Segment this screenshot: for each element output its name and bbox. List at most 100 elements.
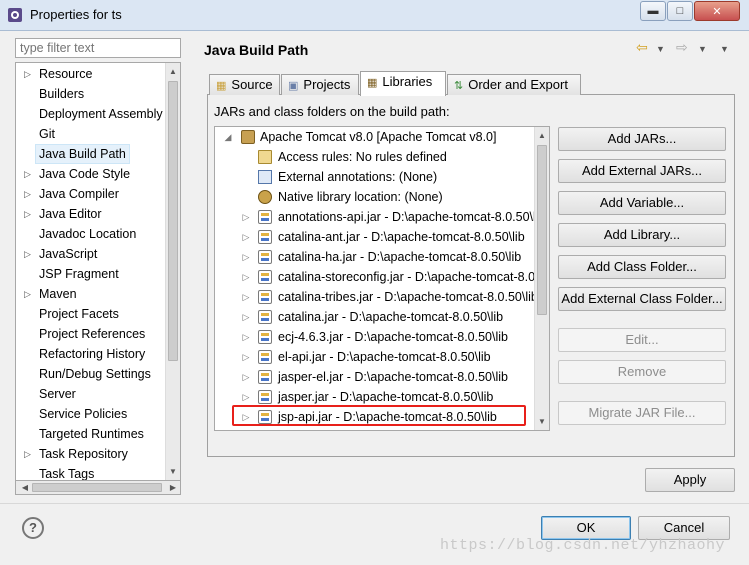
expand-arrow-icon[interactable]: ▷ — [24, 204, 31, 224]
minimize-icon: ▬ — [647, 5, 659, 17]
build-path-label: JARs and class folders on the build path… — [214, 104, 450, 119]
maximize-button[interactable]: □ — [667, 1, 693, 21]
tab-projects[interactable]: ▣ Projects — [281, 74, 359, 95]
jar-file-icon — [258, 310, 272, 324]
nav-item[interactable]: Javadoc Location — [16, 224, 166, 244]
library-vertical-scrollbar[interactable]: ▲ ▼ — [534, 127, 549, 430]
expand-arrow-icon[interactable]: ▷ — [24, 284, 31, 304]
nav-item-label: Java Compiler — [39, 187, 119, 201]
collapse-arrow-icon[interactable]: ◢ — [223, 127, 233, 147]
nav-item-label: Refactoring History — [39, 347, 146, 361]
library-scroll-thumb[interactable] — [537, 145, 547, 315]
nav-item[interactable]: Deployment Assembly — [16, 104, 166, 124]
apply-button[interactable]: Apply — [645, 468, 735, 492]
nav-item[interactable]: Project References — [16, 324, 166, 344]
scroll-down-icon[interactable]: ▼ — [166, 464, 180, 479]
scroll-right-icon[interactable]: ▶ — [166, 480, 180, 495]
window-title: Properties for ts — [30, 7, 122, 22]
expand-arrow-icon[interactable]: ▷ — [241, 207, 251, 227]
maximize-icon: □ — [676, 5, 684, 17]
forward-dropdown-icon[interactable]: ▼ — [698, 44, 707, 54]
add-external-jars-button[interactable]: Add External JARs... — [558, 159, 726, 183]
nav-item[interactable]: Project Facets — [16, 304, 166, 324]
nav-item[interactable]: ▷ Java Editor — [16, 204, 166, 224]
page-title: Java Build Path — [204, 42, 309, 58]
tab-order-and-export[interactable]: ⇅ Order and Export — [447, 74, 581, 95]
nav-item[interactable]: Java Build Path — [16, 144, 166, 164]
nav-item-label: Java Editor — [39, 207, 102, 221]
expand-arrow-icon[interactable]: ▷ — [24, 64, 31, 84]
tab-libraries[interactable]: ▦ Libraries — [360, 71, 446, 96]
expand-arrow-icon[interactable]: ▷ — [241, 287, 251, 307]
expand-arrow-icon[interactable]: ▷ — [241, 347, 251, 367]
nav-item[interactable]: Task Tags — [16, 464, 166, 480]
tab-projects-label: Projects — [303, 77, 351, 92]
tab-source[interactable]: ▦ Source — [209, 74, 280, 95]
order-export-icon: ⇅ — [454, 80, 464, 92]
tab-libraries-label: Libraries — [382, 74, 433, 89]
close-icon: ✕ — [712, 5, 722, 18]
native-library-label: Native library location: (None) — [278, 190, 443, 204]
migrate-jar-button[interactable]: Migrate JAR File... — [558, 401, 726, 425]
filter-input[interactable] — [15, 38, 181, 58]
expand-arrow-icon[interactable]: ▷ — [24, 444, 31, 464]
nav-item[interactable]: ▷ JavaScript — [16, 244, 166, 264]
properties-nav-tree[interactable]: ▷ Resource Builders Deployment Assembly Git J… — [15, 62, 181, 481]
scroll-up-icon[interactable]: ▲ — [535, 128, 549, 143]
nav-vertical-scrollbar[interactable]: ▲ ▼ — [165, 63, 180, 480]
scroll-up-icon[interactable]: ▲ — [166, 64, 180, 79]
nav-item-label: Project References — [39, 327, 146, 341]
help-icon[interactable]: ? — [22, 517, 44, 539]
expand-arrow-icon[interactable]: ▷ — [24, 164, 31, 184]
expand-arrow-icon[interactable]: ▷ — [241, 387, 251, 407]
add-variable-button[interactable]: Add Variable... — [558, 191, 726, 215]
nav-item[interactable]: Builders — [16, 84, 166, 104]
nav-item[interactable]: ▷ Resource — [16, 64, 166, 84]
jar-file-icon — [258, 270, 272, 284]
view-menu-icon[interactable]: ▼ — [720, 44, 729, 54]
expand-arrow-icon[interactable]: ▷ — [241, 247, 251, 267]
nav-item[interactable]: Run/Debug Settings — [16, 364, 166, 384]
add-library-button[interactable]: Add Library... — [558, 223, 726, 247]
nav-item[interactable]: ▷ Java Code Style — [16, 164, 166, 184]
close-button[interactable]: ✕ — [694, 1, 740, 21]
expand-arrow-icon[interactable]: ▷ — [241, 307, 251, 327]
nav-horizontal-scrollbar[interactable]: ◀ ▶ — [15, 481, 181, 495]
nav-item-label: JSP Fragment — [39, 267, 119, 281]
properties-icon — [8, 8, 22, 22]
nav-hscroll-thumb[interactable] — [32, 483, 162, 492]
library-tree[interactable]: ◢ Apache Tomcat v8.0 [Apache Tomcat v8.0… — [214, 126, 550, 431]
nav-item[interactable]: Refactoring History — [16, 344, 166, 364]
back-arrow-icon[interactable]: ⇦ — [636, 39, 648, 56]
jar-file-icon — [258, 290, 272, 304]
remove-button[interactable]: Remove — [558, 360, 726, 384]
nav-item-label: Java Build Path — [35, 144, 130, 164]
nav-item[interactable]: ▷ Java Compiler — [16, 184, 166, 204]
nav-item[interactable]: ▷ Task Repository — [16, 444, 166, 464]
expand-arrow-icon[interactable]: ▷ — [24, 184, 31, 204]
scroll-left-icon[interactable]: ◀ — [18, 480, 32, 495]
nav-item[interactable]: Targeted Runtimes — [16, 424, 166, 444]
scroll-down-icon[interactable]: ▼ — [535, 414, 549, 429]
edit-button[interactable]: Edit... — [558, 328, 726, 352]
add-jars-button[interactable]: Add JARs... — [558, 127, 726, 151]
expand-arrow-icon[interactable]: ▷ — [24, 244, 31, 264]
nav-item[interactable]: ▷ Maven — [16, 284, 166, 304]
nav-item[interactable]: Git — [16, 124, 166, 144]
expand-arrow-icon[interactable]: ▷ — [241, 227, 251, 247]
forward-arrow-icon[interactable]: ⇨ — [676, 39, 688, 56]
nav-item[interactable]: Server — [16, 384, 166, 404]
expand-arrow-icon[interactable]: ▷ — [241, 327, 251, 347]
add-class-folder-button[interactable]: Add Class Folder... — [558, 255, 726, 279]
expand-arrow-icon[interactable]: ▷ — [241, 367, 251, 387]
back-dropdown-icon[interactable]: ▼ — [656, 44, 665, 54]
nav-item-label: JavaScript — [39, 247, 98, 261]
add-external-class-folder-button[interactable]: Add External Class Folder... — [558, 287, 726, 311]
nav-item[interactable]: Service Policies — [16, 404, 166, 424]
nav-item-label: Run/Debug Settings — [39, 367, 151, 381]
minimize-button[interactable]: ▬ — [640, 1, 666, 21]
nav-scroll-thumb[interactable] — [168, 81, 178, 361]
expand-arrow-icon[interactable]: ▷ — [241, 267, 251, 287]
nav-item[interactable]: JSP Fragment — [16, 264, 166, 284]
watermark: https://blog.csdn.net/yhzhaohy — [440, 537, 726, 554]
